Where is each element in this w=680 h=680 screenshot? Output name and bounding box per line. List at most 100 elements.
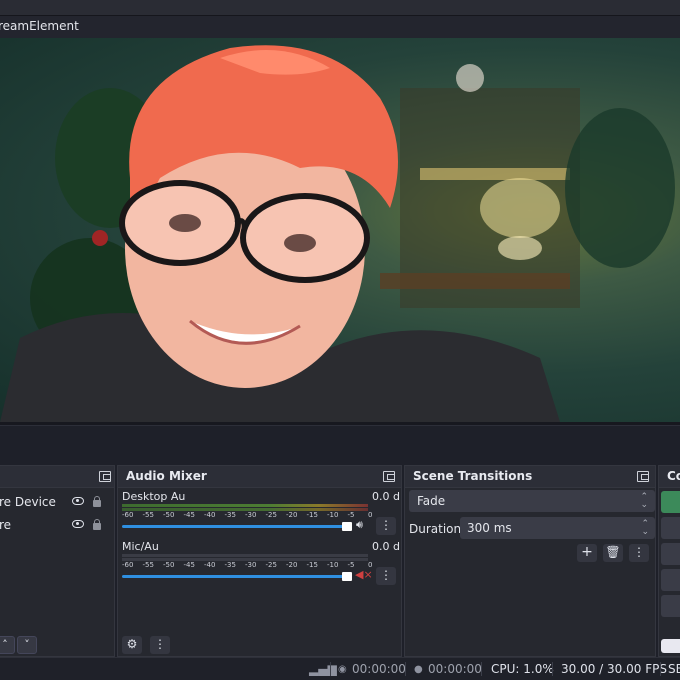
controls-header: Co [659, 466, 680, 488]
volume-meter [122, 504, 368, 507]
audio-mixer-header: Audio Mixer [118, 466, 401, 488]
meter-tick-label: -5 [347, 561, 355, 569]
mixer-menu-button[interactable]: ⋮ [150, 636, 170, 654]
scene-transitions-header: Scene Transitions [405, 466, 655, 488]
scene-transitions-title: Scene Transitions [413, 469, 533, 483]
transition-value: Fade [417, 494, 446, 508]
status-bar: ▂▄▆ ◉ 00:00:00 ● 00:00:00 CPU: 1.0% 30.0… [0, 657, 680, 680]
meter-tick-label: -45 [183, 561, 195, 569]
lock-icon[interactable] [93, 519, 101, 530]
transition-select[interactable]: Fade ⌃ ⌄ [409, 490, 655, 512]
meter-tick-label: -50 [163, 561, 175, 569]
channel-menu-button[interactable]: ⋮ [376, 517, 396, 535]
menu-bar [0, 0, 680, 16]
stream-icon: ◉ [338, 664, 347, 675]
channel-db: 0.0 d [372, 540, 400, 553]
studio-mode-button[interactable] [661, 569, 680, 591]
volume-fader[interactable] [122, 525, 350, 528]
source-label: re Device [0, 495, 56, 509]
source-label: re [0, 518, 12, 532]
volume-meter [122, 554, 368, 557]
stream-timer: 00:00:00 [352, 662, 406, 676]
volume-fader[interactable] [122, 575, 350, 578]
gear-icon[interactable]: ⚙ [122, 636, 142, 654]
channel-name: Mic/Au [122, 540, 159, 553]
meter-tick-label: -40 [204, 511, 216, 519]
meter-tick-label: -35 [224, 561, 236, 569]
meter-tick-label: -20 [286, 511, 298, 519]
meter-tick-label: -55 [142, 511, 154, 519]
meter-tick-label: -10 [327, 561, 339, 569]
channel-name: Desktop Au [122, 490, 186, 503]
spin-arrows-icon[interactable]: ⌃ ⌄ [641, 520, 649, 537]
meter-tick-label: -20 [286, 561, 298, 569]
preview-bottom-gap [0, 425, 680, 465]
scene-title-bar: reamElement [0, 16, 680, 38]
meter-tick-label: -25 [265, 511, 277, 519]
virtual-camera-button[interactable] [661, 543, 680, 565]
duration-value: 300 ms [467, 521, 512, 535]
meter-scale: -60 -55 -50 -45 -40 -35 -30 -25 -20 -15 -10 -5 0 [122, 511, 384, 521]
controls-dock: Co [658, 465, 680, 657]
channel-db: 0.0 d [372, 490, 400, 503]
channel-menu-button[interactable]: ⋮ [376, 567, 396, 585]
meter-tick-label: -40 [204, 561, 216, 569]
meter-tick-label: -50 [163, 511, 175, 519]
fps-readout: 30.00 / 30.00 FPS [561, 662, 667, 676]
start-recording-button[interactable] [661, 517, 680, 539]
meter-tick-label: -35 [224, 511, 236, 519]
add-transition-button[interactable]: + [577, 544, 597, 562]
muted-speaker-icon[interactable]: ◀× [355, 568, 373, 581]
settings-button[interactable] [661, 595, 680, 617]
sources-header [0, 466, 114, 488]
fader-handle[interactable] [342, 522, 352, 531]
chevron-up-icon[interactable]: ˄ [0, 636, 15, 654]
meter-tick-label: -45 [183, 511, 195, 519]
exit-button[interactable] [661, 639, 680, 653]
status-extra: SE [668, 662, 680, 676]
meter-tick-label: -60 [122, 511, 134, 519]
audio-mixer-dock: Audio Mixer Desktop Au 0.0 d -60 -55 -50 -4… [117, 465, 402, 657]
start-streaming-button[interactable] [661, 491, 680, 513]
meter-tick-label: -25 [265, 561, 277, 569]
undock-icon[interactable] [99, 471, 111, 482]
fader-handle[interactable] [342, 572, 352, 581]
record-icon: ● [414, 664, 423, 675]
source-item[interactable]: re [0, 514, 114, 536]
chevron-down-icon[interactable]: ˅ [17, 636, 37, 654]
sources-dock: re Device re ˄ ˅ [0, 465, 115, 657]
meter-tick-label: -15 [306, 511, 318, 519]
meter-scale: -60 -55 -50 -45 -40 -35 -30 -25 -20 -15 -10 -5 0 [122, 561, 384, 571]
meter-tick-label: -30 [245, 561, 257, 569]
transition-menu-button[interactable]: ⋮ [629, 544, 649, 562]
meter-tick-label: -10 [327, 511, 339, 519]
duration-label: Duration [409, 522, 462, 536]
network-icon: ▂▄▆ [309, 662, 337, 676]
audio-mixer-title: Audio Mixer [126, 469, 207, 483]
cpu-usage: CPU: 1.0% [491, 662, 554, 676]
preview-area[interactable] [0, 38, 680, 425]
mixer-channel: Desktop Au 0.0 d -60 -55 -50 -45 -40 -35 -30 -2… [118, 489, 401, 539]
meter-tick-label: -15 [306, 561, 318, 569]
source-item[interactable]: re Device [0, 491, 114, 513]
meter-tick-label: -30 [245, 511, 257, 519]
scene-transitions-dock: Scene Transitions Fade ⌃ ⌄ Duration 300 m… [404, 465, 656, 657]
undock-icon[interactable] [383, 471, 395, 482]
undock-icon[interactable] [637, 471, 649, 482]
select-arrows-icon: ⌃ ⌄ [640, 492, 648, 510]
controls-title: Co [667, 469, 680, 483]
meter-tick-label: -60 [122, 561, 134, 569]
meter-tick-label: -55 [142, 561, 154, 569]
lock-icon[interactable] [93, 496, 101, 507]
webcam-preview[interactable] [0, 38, 680, 422]
webcam-image [0, 45, 675, 422]
obs-window: reamElement re Device re ˄ ˅ Audio Mixer… [0, 0, 680, 680]
meter-tick-label: -5 [347, 511, 355, 519]
speaker-icon[interactable]: 🔊︎ [356, 518, 363, 532]
duration-spinbox[interactable]: 300 ms ⌃ ⌄ [460, 517, 655, 539]
record-timer: 00:00:00 [428, 662, 482, 676]
trash-icon[interactable]: 🗑︎ [603, 544, 623, 562]
eye-icon[interactable] [72, 497, 84, 505]
eye-icon[interactable] [72, 520, 84, 528]
scene-title: reamElement [0, 19, 79, 33]
